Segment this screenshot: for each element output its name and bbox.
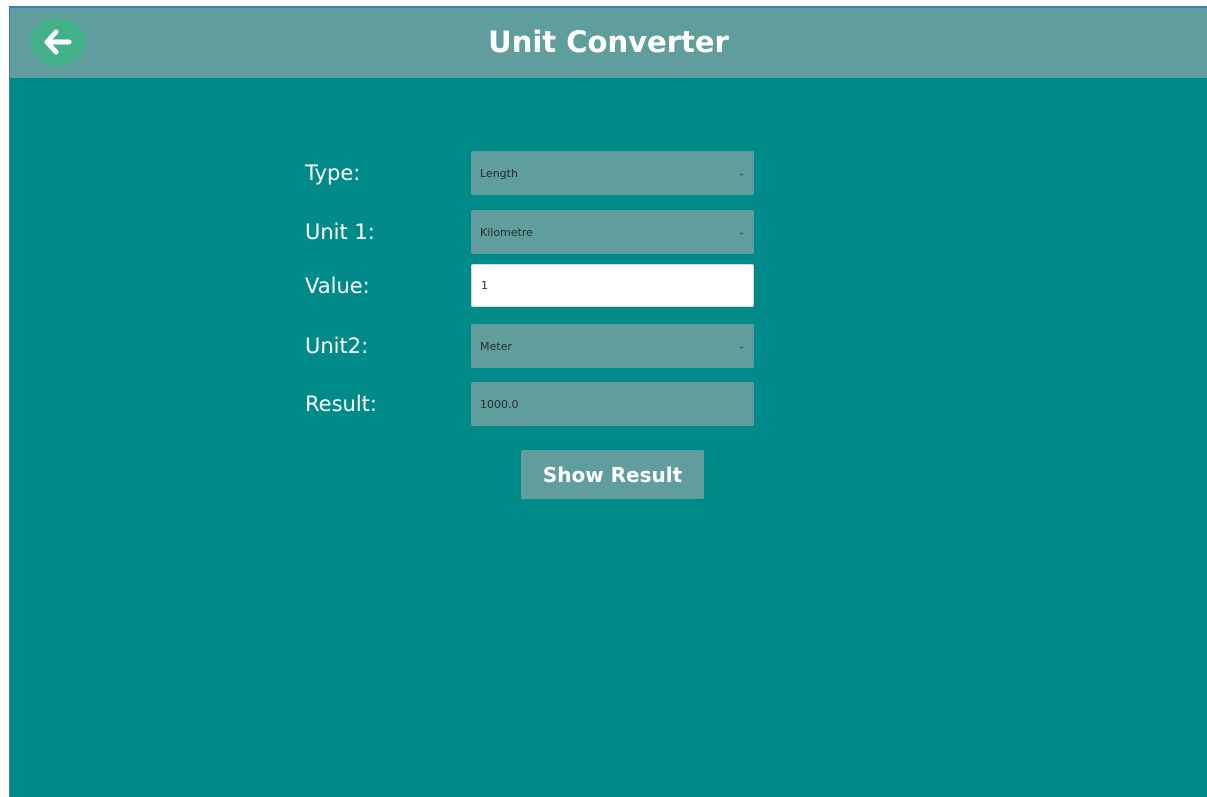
type-select[interactable]: Length ⌄ — [471, 151, 754, 195]
result-field: 1000.0 — [471, 382, 754, 426]
unit1-select[interactable]: Kilometre ⌄ — [471, 210, 754, 254]
unit2-label: Unit2: — [305, 334, 369, 358]
chevron-down-icon: ⌄ — [738, 168, 745, 178]
unit1-select-value: Kilometre — [480, 225, 533, 239]
unit2-select-value: Meter — [480, 339, 512, 353]
value-input-text: 1 — [481, 279, 488, 292]
chevron-down-icon: ⌄ — [738, 227, 745, 237]
result-label: Result: — [305, 392, 377, 416]
show-result-button[interactable]: Show Result — [521, 450, 704, 499]
page-title: Unit Converter — [488, 25, 729, 59]
value-input[interactable]: 1 — [471, 264, 754, 307]
header-bar: Unit Converter — [10, 8, 1207, 78]
chevron-down-icon: ⌄ — [738, 341, 745, 351]
type-select-value: Length — [480, 166, 518, 180]
unit2-select[interactable]: Meter ⌄ — [471, 324, 754, 368]
value-label: Value: — [305, 274, 370, 298]
result-value: 1000.0 — [480, 397, 519, 411]
unit1-label: Unit 1: — [305, 220, 375, 244]
app-window: Unit Converter Type: Length ⌄ Unit 1: Ki… — [9, 6, 1207, 797]
type-label: Type: — [305, 161, 361, 185]
